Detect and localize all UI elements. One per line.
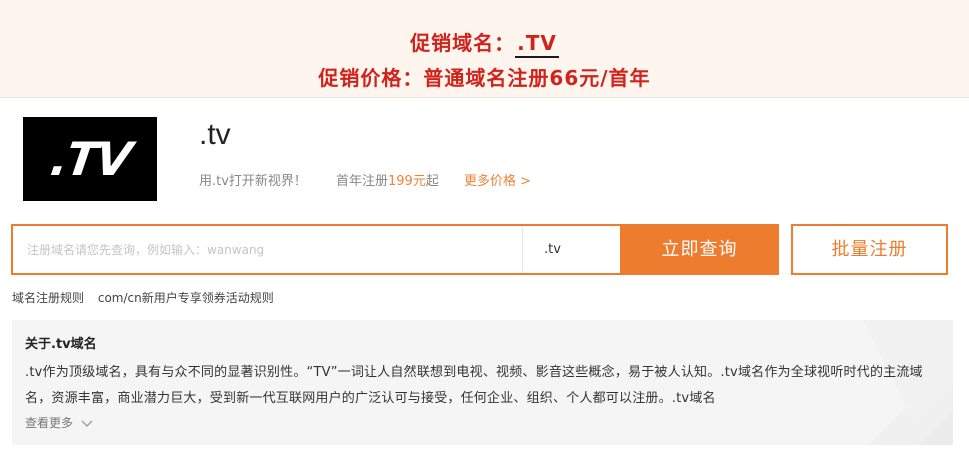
price-prefix: 首年注册 [336, 174, 389, 189]
about-title: 关于.tv域名 [25, 337, 97, 352]
tv-logo-text: .TV [46, 132, 134, 186]
suffix-select[interactable]: .tv [522, 226, 618, 273]
bulk-register-button[interactable]: 批量注册 [791, 224, 948, 275]
promo-price-line: 促销价格：普通域名注册66元/首年 [318, 66, 651, 90]
coupon-rules-link[interactable]: com/cn新用户专享领券活动规则 [98, 291, 274, 305]
domain-rules-link[interactable]: 域名注册规则 [12, 291, 84, 305]
more-price-link[interactable]: 更多价格 > [464, 170, 531, 189]
about-text: .tv作为顶级域名，具有与众不同的显著识别性。“TV”一词让人自然联想到电视、视… [25, 365, 923, 406]
price-suffix: 起 [425, 174, 439, 189]
price-info: 首年注册199元起 [336, 170, 439, 189]
about-section: 关于.tv域名 .tv作为顶级域名，具有与众不同的显著识别性。“TV”一词让人自… [12, 320, 953, 445]
promo-domain-value: .TV [515, 31, 559, 58]
promo-domain-line: 促销域名： .TV [0, 29, 969, 58]
price-amount: 199元 [388, 174, 426, 189]
view-more-label: 查看更多 [25, 416, 74, 430]
promo-domain-label: 促销域名： [410, 31, 516, 55]
view-more-toggle[interactable]: 查看更多 [25, 414, 93, 431]
domain-title: .tv [199, 118, 231, 151]
promo-banner: 促销域名： .TV 促销价格：普通域名注册66元/首年 [0, 0, 969, 98]
domain-search-input[interactable] [13, 226, 521, 273]
tv-logo: .TV [23, 117, 157, 201]
chevron-down-icon [81, 420, 93, 427]
rule-links: 域名注册规则 com/cn新用户专享领券活动规则 [12, 289, 284, 306]
domain-slogan: 用.tv打开新视界！ [199, 174, 307, 189]
domain-search-box: .tv 立即查询 [11, 224, 779, 275]
query-button[interactable]: 立即查询 [620, 224, 779, 275]
